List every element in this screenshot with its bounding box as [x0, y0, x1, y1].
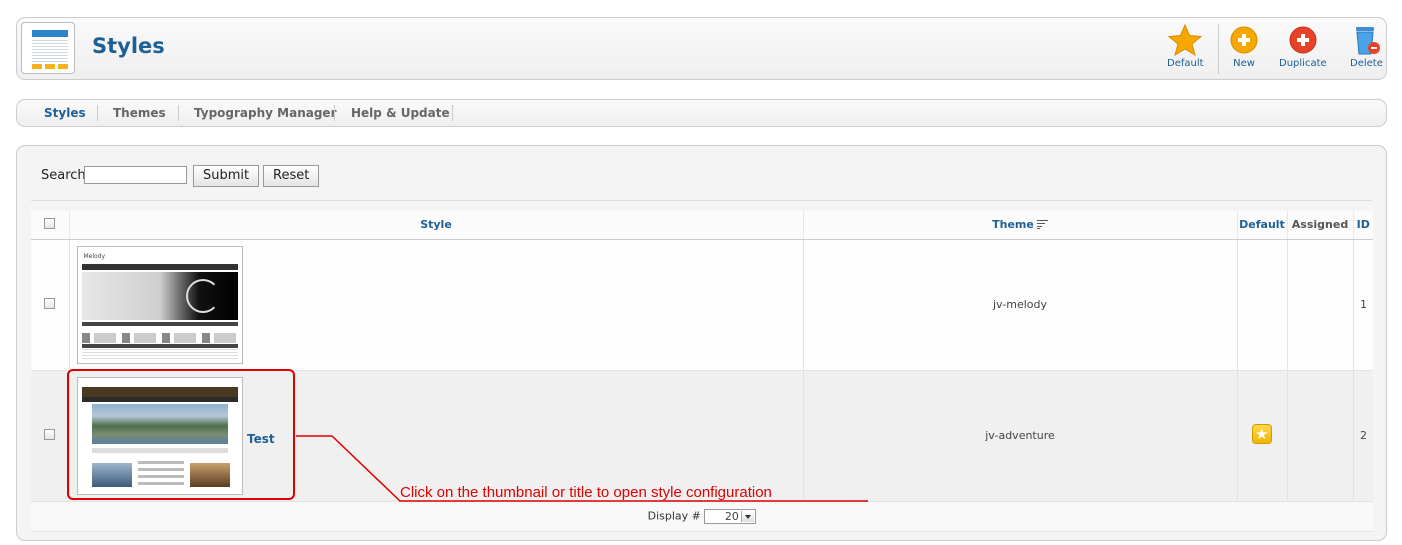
annotation-text: Click on the thumbnail or title to open … — [400, 484, 772, 501]
annotation-arrow — [296, 435, 868, 502]
